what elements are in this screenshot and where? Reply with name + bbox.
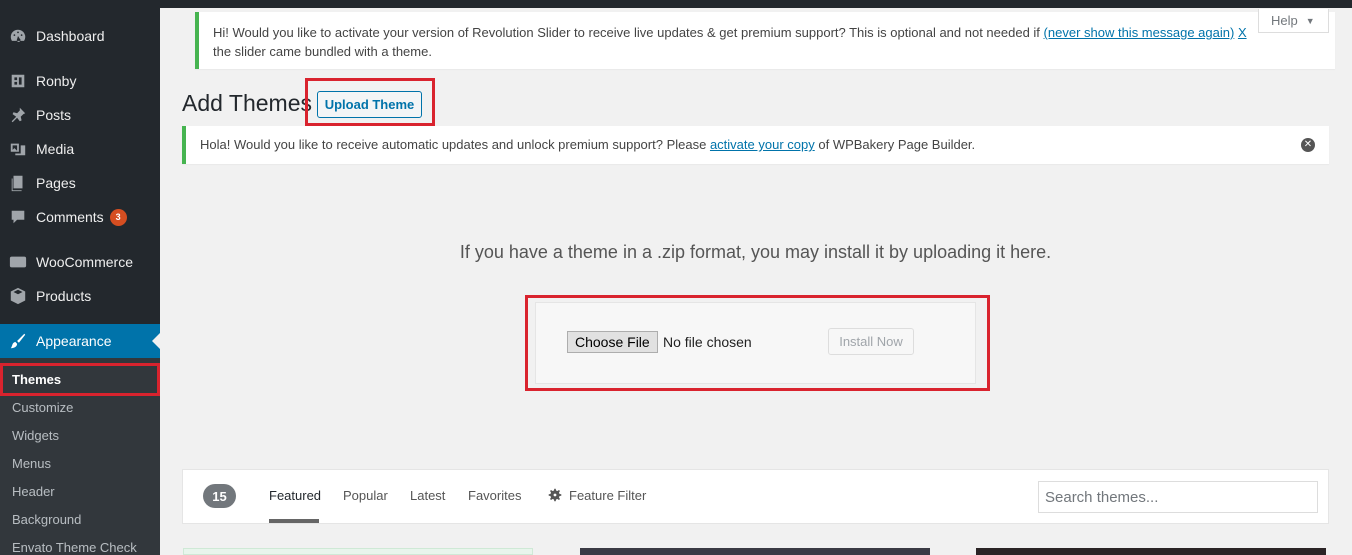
tab-latest[interactable]: Latest [410,488,445,503]
submenu-item-header[interactable]: Header [12,484,55,499]
sidebar-item-pages[interactable]: Pages [0,166,160,200]
sidebar-item-label: Comments [36,209,104,225]
sidebar-item-media[interactable]: Media [0,132,160,166]
sidebar-item-label: Products [36,288,92,304]
sidebar-item-label: Posts [36,107,72,123]
sidebar-item-label: WooCommerce [36,254,133,270]
brush-icon [8,331,28,351]
submenu-item-background[interactable]: Background [12,512,81,527]
sidebar-item-products[interactable]: Products [0,279,160,313]
woo-icon [8,252,28,272]
theme-card[interactable] [976,548,1326,555]
sidebar-item-comments[interactable]: Comments 3 [0,200,160,234]
pages-icon [8,173,28,193]
submenu-item-envato-theme-check[interactable]: Envato Theme Check [12,540,137,555]
theme-card[interactable] [580,548,930,555]
tab-featured[interactable]: Featured [269,488,321,503]
highlight-upload-panel-box [525,295,990,391]
never-show-link[interactable]: (never show this message again) [1044,25,1235,40]
search-themes-input[interactable]: Search themes... [1038,481,1318,513]
dashboard-icon [8,26,28,46]
sidebar-item-label: Appearance [36,333,112,349]
revslider-dismiss-link[interactable]: X [1238,25,1247,40]
media-icon [8,139,28,159]
sidebar-item-woocommerce[interactable]: WooCommerce [0,245,160,279]
submenu-item-customize[interactable]: Customize [12,400,73,415]
admin-bar [160,0,1352,8]
active-tab-indicator [269,519,319,523]
sidebar-item-posts[interactable]: Posts [0,98,160,132]
page-title: Add Themes [182,90,312,116]
sidebar-item-ronby[interactable]: Ronby [0,64,160,98]
box-icon [8,286,28,306]
pin-icon [8,105,28,125]
wpbakery-notice: Hola! Would you like to receive automati… [182,126,1329,164]
highlight-themes-box [0,363,160,396]
highlight-upload-box [305,78,435,126]
tab-popular[interactable]: Popular [343,488,388,503]
gear-icon [548,488,562,502]
sidebar-item-appearance[interactable]: Appearance [0,324,160,358]
comment-icon [8,207,28,227]
upload-description: If you have a theme in a .zip format, yo… [459,242,1052,262]
admin-sidebar: Dashboard Ronby Posts Media Pages Commen… [0,0,160,555]
sidebar-item-dashboard[interactable]: Dashboard [0,19,160,53]
ronby-icon [8,71,28,91]
sidebar-item-label: Dashboard [36,28,105,44]
theme-card[interactable] [183,548,533,555]
revslider-notice: Hi! Would you like to activate your vers… [195,12,1335,69]
dismiss-icon[interactable]: ✕ [1301,138,1315,152]
submenu-item-widgets[interactable]: Widgets [12,428,59,443]
sidebar-item-label: Ronby [36,73,77,89]
caret-down-icon: ▼ [1305,15,1315,26]
revslider-notice-text: Hi! Would you like to activate your vers… [213,25,1247,59]
feature-filter-button[interactable]: Feature Filter [569,488,646,503]
activate-copy-link[interactable]: activate your copy [710,137,815,152]
sidebar-item-label: Pages [36,175,76,191]
theme-count-badge: 15 [203,484,236,508]
comments-count-badge: 3 [109,208,127,226]
submenu-item-menus[interactable]: Menus [12,456,51,471]
sidebar-item-label: Media [36,141,75,157]
help-tab-button[interactable]: Help ▼ [1258,9,1329,33]
tab-favorites[interactable]: Favorites [468,488,521,503]
wpbakery-notice-text: Hola! Would you like to receive automati… [200,137,976,152]
